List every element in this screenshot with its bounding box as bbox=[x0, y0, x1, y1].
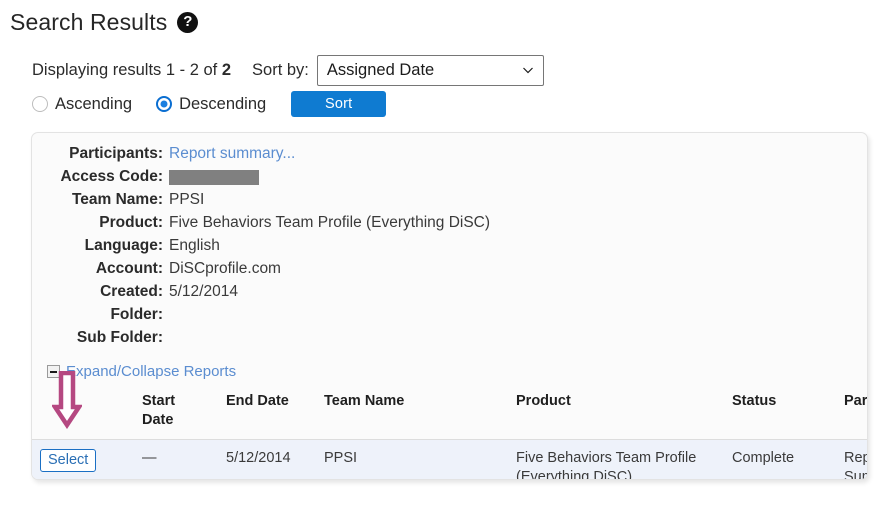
cell-product: Five Behaviors Team Profile (Everything … bbox=[516, 450, 697, 480]
detail-field-label: Language: bbox=[84, 237, 163, 254]
col-header-start-date: Start Date bbox=[134, 386, 218, 440]
expand-collapse-reports-row[interactable]: Expand/Collapse Reports bbox=[32, 363, 867, 380]
detail-field-label: Sub Folder: bbox=[76, 329, 163, 346]
col-header-end-date: End Date bbox=[218, 386, 316, 440]
page-header: Search Results ? bbox=[10, 8, 199, 36]
detail-field-value: DiSCprofile.com bbox=[169, 260, 281, 277]
cell-status: Complete bbox=[732, 450, 795, 466]
detail-field-row: Access Code: bbox=[32, 168, 867, 191]
cell-participants[interactable]: Report Summary... bbox=[836, 440, 867, 479]
detail-field-value: Five Behaviors Team Profile (Everything … bbox=[169, 214, 491, 231]
radio-ascending[interactable]: Ascending bbox=[32, 95, 132, 114]
table-header-row: Start Date End Date Team Name Product St… bbox=[32, 386, 867, 440]
redaction-bar bbox=[169, 170, 259, 186]
detail-field-value: 5/12/2014 bbox=[169, 283, 238, 300]
results-count-text: Displaying results 1 - 2 of 2 bbox=[32, 61, 231, 80]
radio-descending[interactable]: Descending bbox=[156, 95, 266, 114]
col-header-select bbox=[32, 386, 134, 440]
detail-field-row: Product: Five Behaviors Team Profile (Eve… bbox=[32, 214, 867, 237]
reports-table-head: Start Date End Date Team Name Product St… bbox=[32, 386, 867, 440]
detail-field-label: Created: bbox=[100, 283, 163, 300]
cell-start-date: — bbox=[142, 450, 157, 466]
detail-field-row: Sub Folder: bbox=[32, 329, 867, 352]
col-header-team-name: Team Name bbox=[316, 386, 508, 440]
detail-field-row: Account: DiSCprofile.com bbox=[32, 260, 867, 283]
detail-field-row: Participants: Report summary... bbox=[32, 145, 867, 168]
results-count-prefix: Displaying results 1 - 2 of bbox=[32, 60, 222, 79]
detail-field-label: Folder: bbox=[110, 306, 163, 323]
collapse-minus-box-icon[interactable] bbox=[47, 365, 60, 378]
sort-button[interactable]: Sort bbox=[291, 91, 387, 117]
question-mark-circle-icon[interactable]: ? bbox=[177, 11, 199, 33]
radio-descending-label: Descending bbox=[179, 94, 267, 113]
sort-by-select-wrapper[interactable]: Assigned Date bbox=[316, 54, 544, 86]
search-result-card: Participants: Report summary... Access Cod… bbox=[31, 132, 868, 480]
select-button[interactable]: Select bbox=[40, 449, 97, 472]
cell-end-date: 5/12/2014 bbox=[226, 450, 291, 466]
detail-field-value: English bbox=[169, 237, 220, 254]
table-row: Select — 5/12/2014 PPSI Five Behaviors Team … bbox=[32, 439, 867, 480]
detail-field-label: Access Code: bbox=[60, 168, 163, 185]
expand-collapse-reports-label[interactable]: Expand/Collapse Reports bbox=[66, 363, 236, 380]
radio-descending-indicator[interactable] bbox=[156, 96, 173, 112]
detail-field-label: Product: bbox=[99, 214, 163, 231]
cell-select: Select bbox=[32, 440, 134, 480]
detail-field-row: Language: English bbox=[32, 237, 867, 260]
sort-by-label: Sort by: bbox=[252, 60, 309, 79]
radio-ascending-indicator[interactable] bbox=[32, 96, 48, 112]
controls-row-top: Displaying results 1 - 2 of 2 Sort by: A… bbox=[32, 54, 872, 86]
search-controls: Displaying results 1 - 2 of 2 Sort by: A… bbox=[32, 54, 872, 119]
detail-field-label: Participants: bbox=[69, 145, 163, 162]
detail-field-row: Folder: bbox=[32, 306, 867, 329]
cell-team-name: PPSI bbox=[324, 450, 358, 466]
detail-field-value-link[interactable]: Report summary... bbox=[169, 145, 295, 163]
detail-field-row: Team Name: PPSI bbox=[32, 191, 867, 214]
results-count-number: 2 bbox=[221, 60, 232, 79]
sort-by-select[interactable]: Assigned Date bbox=[316, 54, 544, 86]
detail-field-label: Team Name: bbox=[71, 191, 163, 208]
detail-field-row: Created: 5/12/2014 bbox=[32, 283, 867, 306]
detail-field-value: PPSI bbox=[169, 191, 205, 208]
col-header-participants: Participants bbox=[836, 386, 867, 440]
radio-ascending-label: Ascending bbox=[55, 94, 133, 113]
page-title: Search Results bbox=[10, 9, 168, 35]
detail-field-value-redacted bbox=[169, 168, 259, 186]
detail-field-label: Account: bbox=[95, 260, 163, 277]
controls-row-bottom: Ascending Descending Sort bbox=[32, 89, 872, 119]
reports-table: Start Date End Date Team Name Product St… bbox=[32, 386, 867, 480]
col-header-status: Status bbox=[724, 386, 836, 440]
reports-table-body: Select — 5/12/2014 PPSI Five Behaviors Team … bbox=[32, 439, 867, 480]
detail-field-list: Participants: Report summary... Access Cod… bbox=[32, 133, 867, 352]
col-header-product: Product bbox=[508, 386, 724, 440]
